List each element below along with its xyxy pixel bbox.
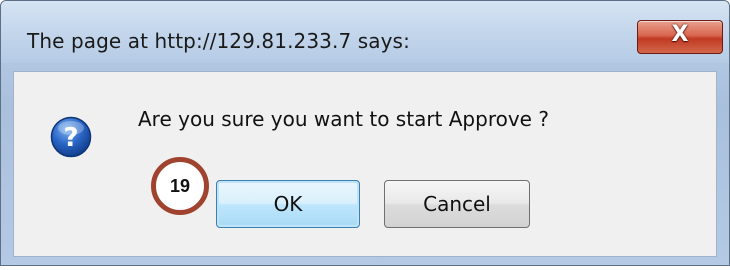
alert-dialog: The page at http://129.81.233.7 says: X …	[0, 0, 730, 266]
svg-text:?: ?	[63, 123, 78, 153]
close-button[interactable]: X	[637, 20, 723, 54]
dialog-message: Are you sure you want to start Approve ?	[138, 107, 549, 131]
step-number-badge: 19	[151, 157, 209, 215]
cancel-button[interactable]: Cancel	[384, 180, 530, 228]
close-icon: X	[671, 22, 689, 47]
question-icon: ?	[50, 116, 92, 162]
dialog-titlebar[interactable]: The page at http://129.81.233.7 says: X	[1, 1, 729, 63]
dialog-title: The page at http://129.81.233.7 says:	[27, 29, 410, 53]
ok-button[interactable]: OK	[216, 180, 360, 228]
dialog-body: ? Are you sure you want to start Approve…	[13, 71, 717, 257]
